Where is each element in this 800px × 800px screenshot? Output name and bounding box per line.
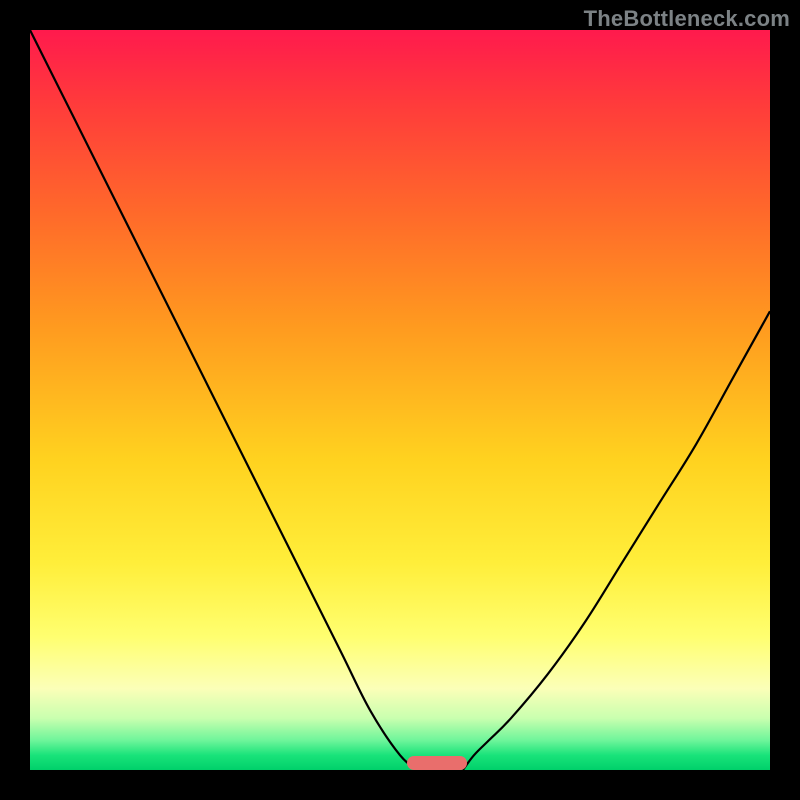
curve-layer	[30, 30, 770, 770]
watermark-text: TheBottleneck.com	[584, 6, 790, 32]
right-curve	[463, 311, 770, 770]
left-curve	[30, 30, 419, 770]
optimal-marker	[407, 756, 466, 770]
chart-frame: TheBottleneck.com	[0, 0, 800, 800]
plot-area	[30, 30, 770, 770]
